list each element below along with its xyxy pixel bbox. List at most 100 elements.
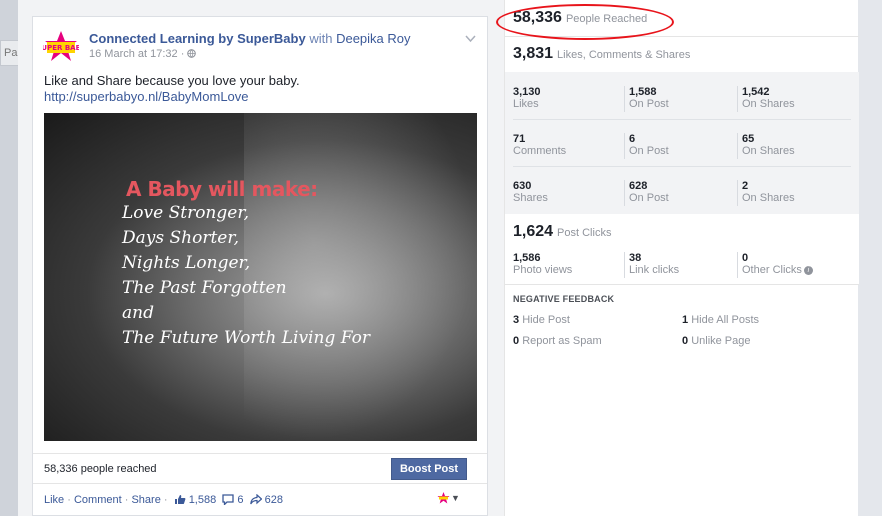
stat-number: 0: [513, 335, 520, 347]
separator: ·: [67, 494, 71, 506]
photo-line: Love Stronger,: [122, 203, 249, 223]
stat-label: Hide Post: [522, 314, 570, 326]
actions-row: Like · Comment · Share · 1,588 6 628 ▼: [33, 483, 487, 516]
engagement-row: 3,831 Likes, Comments & Shares: [505, 36, 859, 73]
post-link[interactable]: http://superbabyo.nl/BabyMomLove: [44, 89, 249, 104]
stat-number: 628: [629, 180, 648, 192]
stat-label: On Post: [629, 192, 669, 204]
photo-line: Days Shorter,: [122, 228, 240, 248]
hide-all-posts-stat: 1 Hide All Posts: [682, 314, 759, 326]
separator: ·: [163, 494, 168, 506]
report-spam-stat: 0 Report as Spam: [513, 335, 602, 347]
post-card: SUPER BABY Connected Learning by SuperBa…: [32, 16, 488, 516]
superbaby-logo-icon: SUPER BABY: [36, 31, 87, 61]
background-left: [0, 0, 18, 516]
stat-number: 38: [629, 252, 642, 264]
comments-on-shares-cell: 65 On Shares: [737, 133, 842, 159]
link-clicks-cell: 38 Link clicks: [624, 252, 729, 278]
caret-down-icon[interactable]: ▼: [451, 493, 460, 503]
post-clicks-stat: 1,624 Post Clicks: [513, 223, 611, 241]
post-clicks-value: 1,624: [513, 223, 554, 240]
engagement-label: Likes, Comments & Shares: [557, 49, 691, 61]
reached-row: 58,336 people reached Boost Post: [33, 453, 487, 484]
stat-label: Comments: [513, 145, 567, 157]
stat-label: Other Clicks i: [742, 264, 852, 276]
stat-number: 2: [742, 180, 749, 192]
shares-on-post-cell: 628 On Post: [624, 180, 729, 206]
photo-line: Nights Longer,: [122, 253, 251, 273]
post-photo[interactable]: A Baby will make: Love Stronger, Days Sh…: [44, 113, 477, 441]
unlike-page-stat: 0 Unlike Page: [682, 335, 751, 347]
post-clicks-block: 1,624 Post Clicks 1,586 Photo views 38 Li…: [505, 214, 859, 285]
likes-total-cell: 3,130 Likes: [513, 86, 613, 110]
engagement-value: 3,831: [513, 45, 554, 62]
likes-count[interactable]: 1,588: [189, 494, 217, 506]
likes-on-shares-cell: 1,542 On Shares: [737, 86, 842, 112]
comments-count[interactable]: 6: [237, 494, 243, 506]
photo-line: The Past Forgotten: [122, 278, 287, 298]
negative-feedback-title: NEGATIVE FEEDBACK: [513, 294, 615, 304]
tagged-person-link[interactable]: Deepika Roy: [336, 31, 410, 46]
post-area: SUPER BABY Connected Learning by SuperBa…: [18, 0, 504, 516]
avatar-text: SUPER BABY: [43, 44, 79, 52]
photo-title: A Baby will make:: [126, 177, 318, 201]
stat-label: On Post: [629, 98, 669, 110]
stat-number: 1: [682, 314, 689, 326]
comments-on-post-cell: 6 On Post: [624, 133, 729, 159]
divider: [513, 166, 851, 167]
other-clicks-label: Other Clicks: [742, 264, 802, 276]
shares-on-shares-cell: 2 On Shares: [737, 180, 842, 206]
post-meta: 16 March at 17:32 ·: [89, 48, 197, 60]
stat-number: 1,542: [742, 86, 770, 98]
photo-views-cell: 1,586 Photo views: [513, 252, 613, 276]
insights-dialog: SUPER BABY Connected Learning by SuperBa…: [18, 0, 859, 516]
stat-label: Hide All Posts: [691, 314, 760, 326]
comment-link[interactable]: Comment: [74, 494, 122, 506]
stat-label: On Shares: [742, 192, 795, 204]
comments-total-cell: 71 Comments: [513, 133, 613, 157]
likes-on-post-cell: 1,588 On Post: [624, 86, 729, 112]
share-link[interactable]: Share: [131, 494, 160, 506]
with-text: with: [309, 31, 333, 46]
post-header: Connected Learning by SuperBaby with Dee…: [89, 31, 411, 46]
page-avatar[interactable]: SUPER BABY: [36, 29, 87, 65]
stat-number: 0: [682, 335, 689, 347]
stat-number: 1,588: [629, 86, 657, 98]
chevron-down-icon[interactable]: [465, 31, 476, 46]
stat-label: Likes: [513, 98, 539, 110]
stat-number: 71: [513, 133, 526, 145]
stat-label: Unlike Page: [691, 335, 751, 347]
share-icon: [249, 494, 262, 505]
boost-post-button[interactable]: Boost Post: [391, 458, 467, 480]
post-text: Like and Share because you love your bab…: [44, 73, 300, 88]
comment-icon: [222, 494, 234, 505]
stat-label: Report as Spam: [522, 335, 602, 347]
post-timestamp[interactable]: 16 March at 17:32 ·: [89, 48, 184, 60]
photo-shading: [244, 113, 477, 441]
photo-line: and: [122, 303, 154, 323]
thumbs-up-icon: [174, 495, 186, 504]
info-icon[interactable]: i: [803, 266, 813, 275]
stat-label: Photo views: [513, 264, 573, 276]
page-reaction-icon[interactable]: [437, 492, 450, 507]
stat-number: 1,586: [513, 252, 541, 264]
stat-number: 630: [513, 180, 532, 192]
post-clicks-label: Post Clicks: [557, 227, 612, 239]
like-link[interactable]: Like: [44, 494, 64, 506]
stat-label: On Post: [629, 145, 669, 157]
insights-panel: 58,336 People Reached 3,831 Likes, Comment…: [504, 0, 859, 516]
shares-count[interactable]: 628: [265, 494, 283, 506]
stat-label: On Shares: [742, 98, 795, 110]
stat-number: 3: [513, 314, 520, 326]
page-name-link[interactable]: Connected Learning by SuperBaby: [89, 31, 306, 46]
shares-total-cell: 630 Shares: [513, 180, 613, 204]
people-reached-text: 58,336 people reached: [44, 463, 157, 475]
separator: ·: [124, 494, 129, 506]
stat-number: 0: [742, 252, 749, 264]
background-right: [858, 0, 882, 516]
background-tab: Pa: [0, 40, 20, 66]
hide-post-stat: 3 Hide Post: [513, 314, 570, 326]
highlight-ellipse: [496, 4, 674, 40]
globe-icon[interactable]: [187, 49, 197, 58]
post-actions: Like · Comment · Share · 1,588 6 628: [44, 494, 283, 506]
